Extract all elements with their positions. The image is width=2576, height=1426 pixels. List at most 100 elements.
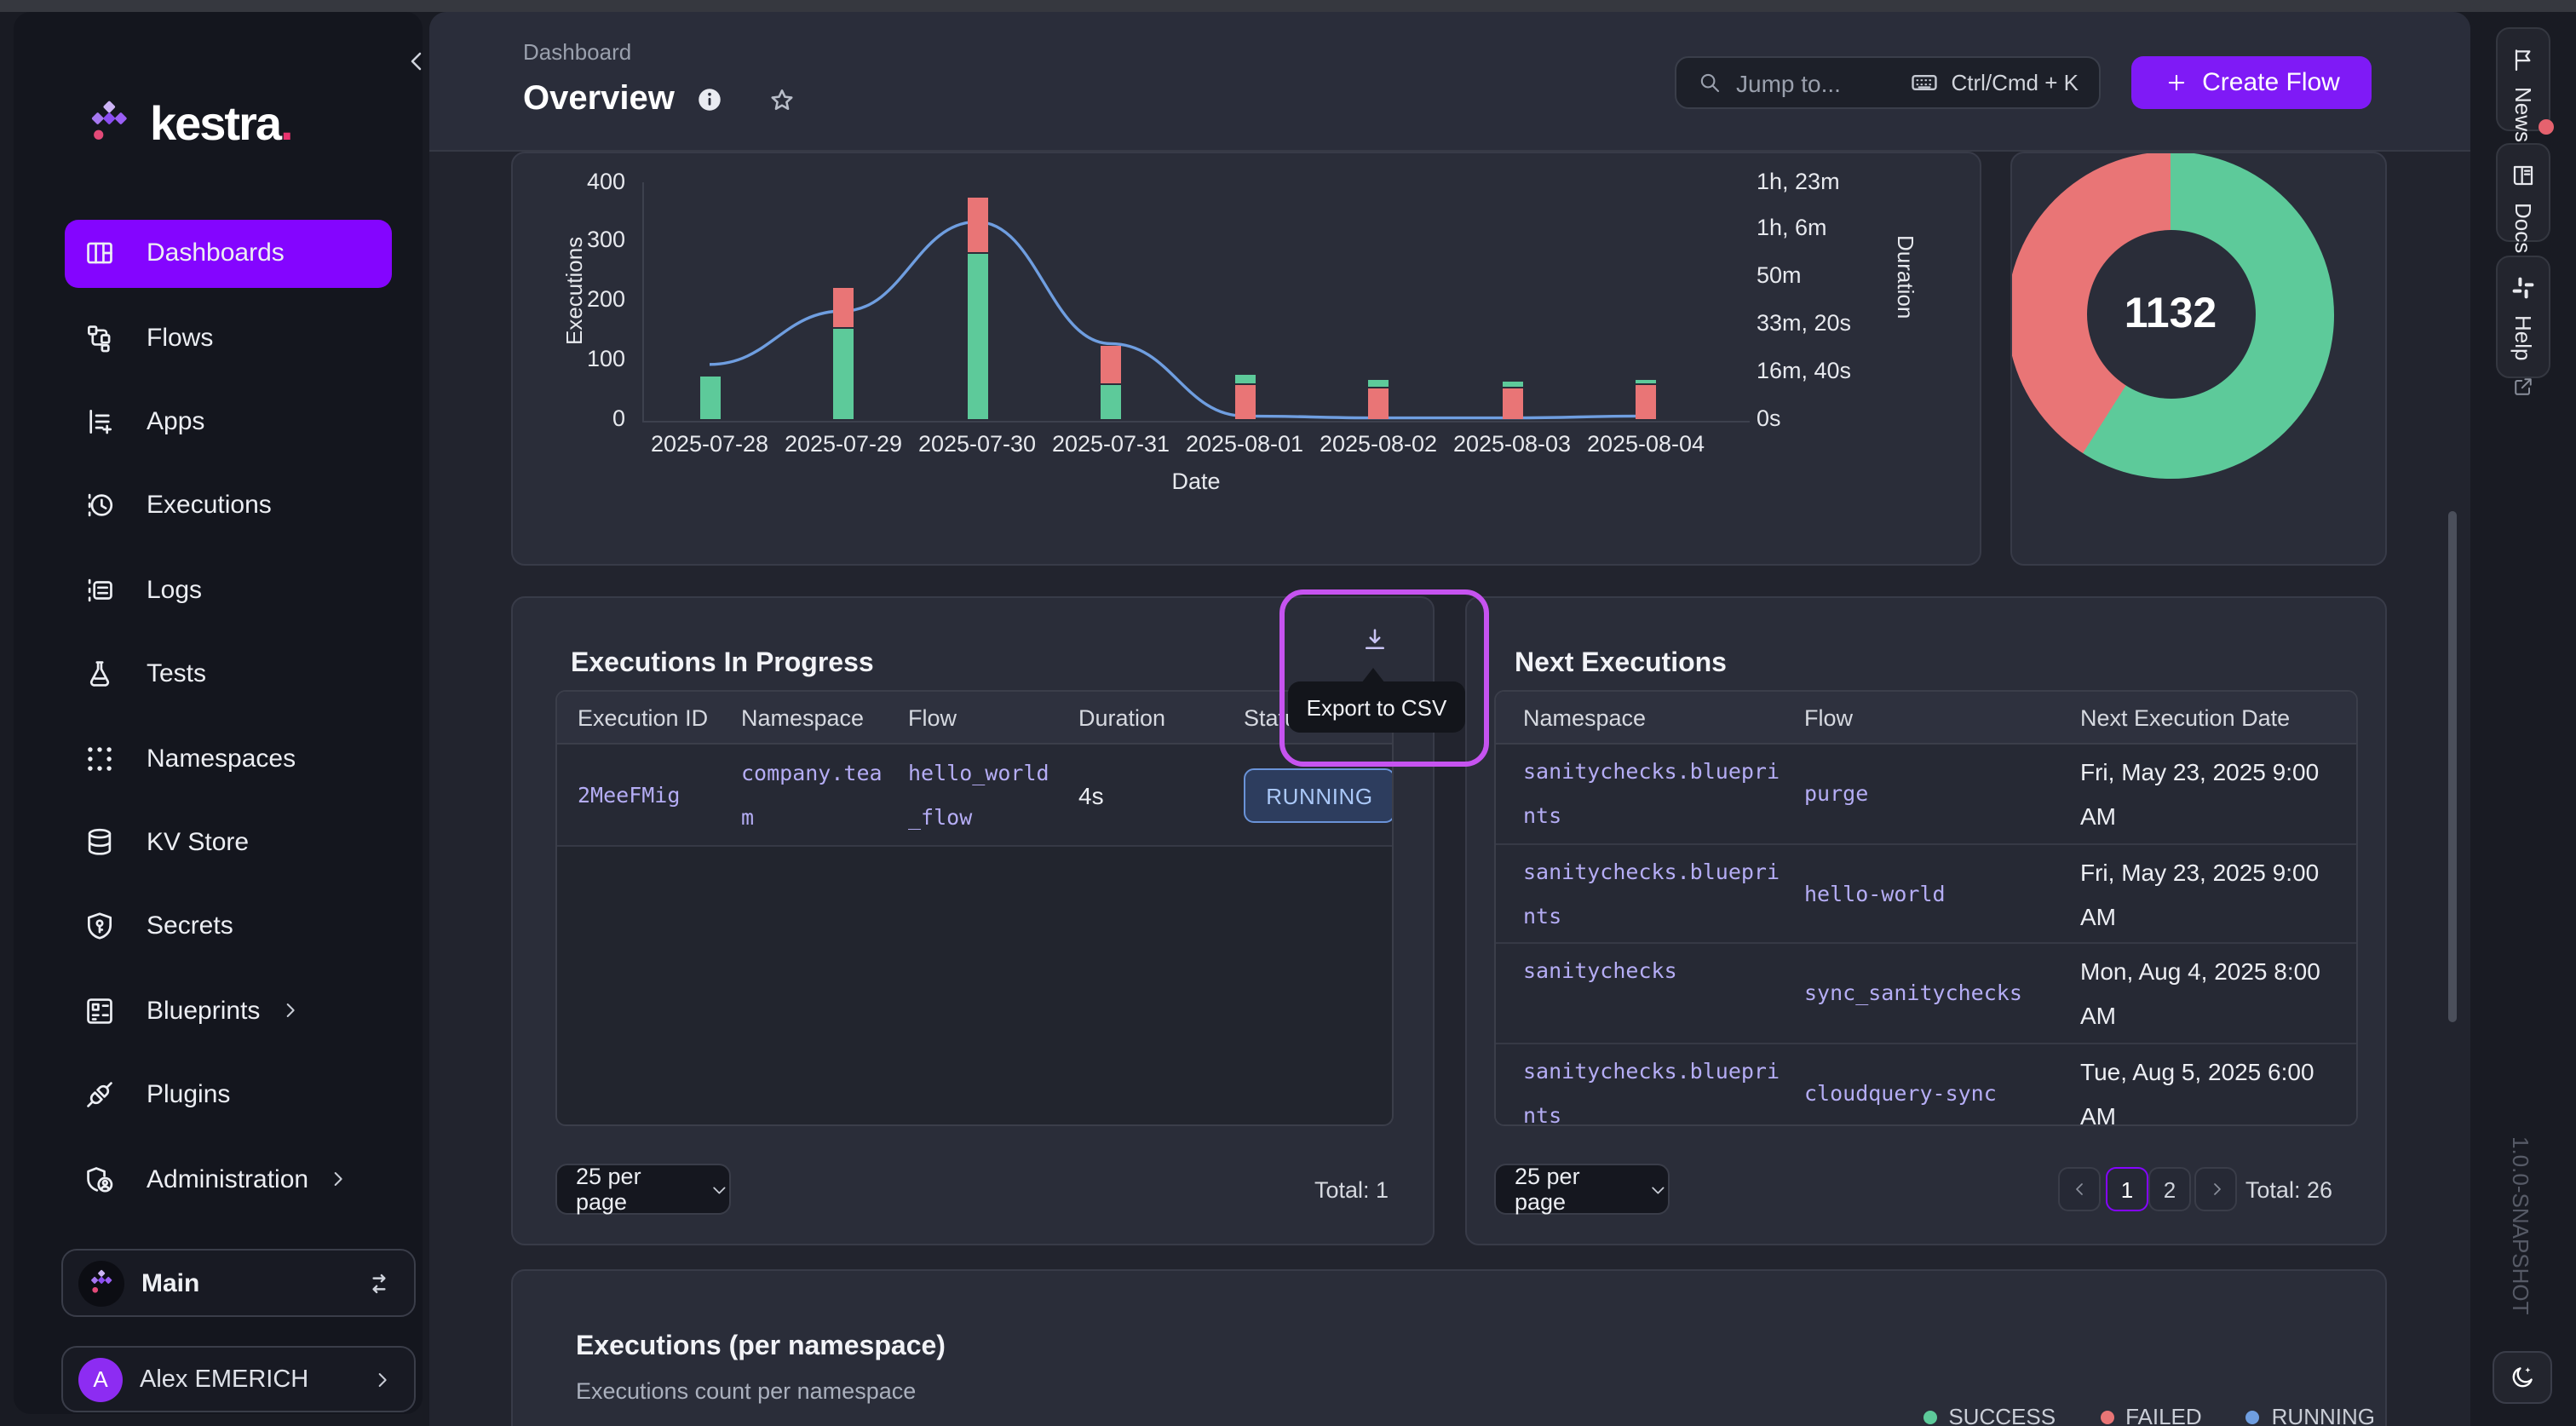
bar-segment-success[interactable] [1368,381,1389,387]
chevron-right-icon [2205,1179,2226,1199]
eip-table-header: Execution IDNamespaceFlowDurationStatus [557,692,1392,745]
eip-table: Execution IDNamespaceFlowDurationStatus … [555,690,1394,1126]
bar-segment-success[interactable] [699,377,720,419]
rail-button-help[interactable]: Help [2496,256,2550,378]
column-header-namespace: Namespace [1523,692,1646,745]
legend-item-success[interactable]: SUCCESS [1923,1404,2056,1426]
bar-segment-success[interactable] [833,329,854,419]
bar-segment-failed[interactable] [967,198,987,252]
execution-id-link[interactable]: 2MeeFMig [578,773,731,818]
namespace-link[interactable]: sanitychecks.blueprints [1523,750,1782,838]
sidebar-collapse-icon[interactable] [402,46,433,77]
bar-segment-success[interactable] [967,255,987,419]
namespace-link[interactable]: sanitychecks.blueprints [1523,1049,1782,1126]
table-row[interactable]: sanitychecks.blueprintshello-worldFri, M… [1496,844,2356,944]
info-icon[interactable] [695,85,724,114]
sidebar-item-label: Flows [147,323,213,352]
bar-segment-failed[interactable] [1502,388,1522,419]
bar-segment-failed[interactable] [1234,385,1255,418]
table-row[interactable]: 2MeeFMigcompany.teamhello_world_flow4sRU… [557,745,1392,847]
bar-segment-success[interactable] [1636,379,1656,383]
search-input[interactable]: Jump to... Ctrl/Cmd + K [1675,56,2101,109]
sidebar-item-kv-store[interactable]: KV Store [65,808,392,877]
chevron-down-icon [708,1178,729,1200]
bar-segment-failed[interactable] [1636,385,1656,418]
table-row[interactable]: sanitychecks.blueprintspurgeFri, May 23,… [1496,745,2356,844]
sidebar-item-apps[interactable]: Apps [65,388,392,456]
pagination-prev-button[interactable] [2058,1167,2101,1211]
create-flow-label: Create Flow [2202,68,2340,97]
flow-link[interactable]: hello-world [1804,871,2060,916]
plus-icon [2163,70,2188,95]
sidebar-item-blueprints[interactable]: Blueprints [65,977,392,1045]
duration-tick: 0s [1757,405,1781,431]
flow-link[interactable]: hello_world_flow [908,751,1058,840]
scrollbar-thumb[interactable] [2448,511,2457,1022]
create-flow-button[interactable]: Create Flow [2131,56,2372,109]
search-placeholder: Jump to... [1736,69,1841,96]
chart-legend: SUCCESS FAILED RUNNING [1923,1404,2375,1426]
pagination-page-2[interactable]: 2 [2148,1167,2191,1211]
flow-link[interactable]: sync_sanitychecks [1804,971,2060,1015]
flow-link[interactable]: purge [1804,772,2060,816]
bar-segment-success[interactable] [1234,375,1255,383]
sidebar-item-flows[interactable]: Flows [65,303,392,371]
sidebar-item-executions[interactable]: Executions [65,472,392,540]
column-header-next-execution-date: Next Execution Date [2080,692,2290,745]
sidebar-item-tests[interactable]: Tests [65,640,392,708]
x-tick: 2025-07-30 [900,431,1054,457]
user-menu[interactable]: A Alex EMERICH [61,1346,416,1412]
sidebar-item-logs[interactable]: Logs [65,556,392,624]
y-tick: 0 [543,405,625,431]
bar-segment-success[interactable] [1101,385,1121,418]
star-icon[interactable] [767,84,797,115]
next-table: NamespaceFlowNext Execution Date sanityc… [1494,690,2358,1126]
namespace-link[interactable]: sanitychecks [1523,949,1782,993]
sidebar-item-plugins[interactable]: Plugins [65,1061,392,1129]
next-per-page-select[interactable]: 25 per page [1494,1164,1670,1215]
rail-button-label: News [2510,87,2536,142]
legend-dot [2100,1410,2113,1423]
pagination-next-button[interactable] [2194,1167,2237,1211]
namespace-link[interactable]: company.team [741,751,888,840]
rail-button-docs[interactable]: Docs [2496,143,2550,242]
sidebar-item-dashboards[interactable]: Dashboards [65,219,392,287]
user-avatar: A [78,1357,123,1401]
chevron-left-icon [2069,1179,2090,1199]
export-csv-button[interactable] [1360,624,1390,656]
table-row[interactable]: sanitychecks.blueprintscloudquery-syncTu… [1496,1044,2356,1126]
slack-icon [2510,274,2537,302]
y-tick: 400 [543,168,625,193]
bar-segment-failed[interactable] [1368,388,1389,419]
status-badge[interactable]: RUNNING [1244,768,1394,823]
apps-icon [83,405,116,438]
bar-segment-failed[interactable] [1101,347,1121,383]
x-tick: 2025-07-31 [1034,431,1187,457]
legend-item-failed[interactable]: FAILED [2100,1404,2202,1426]
bar-segment-success[interactable] [1502,382,1522,387]
blueprint-icon [83,995,116,1027]
swap-icon [365,1268,394,1297]
donut-chart[interactable]: 1132 [2010,152,2334,479]
sidebar-item-administration[interactable]: Administration [65,1145,392,1213]
flow-link[interactable]: cloudquery-sync [1804,1071,2060,1115]
x-tick: 2025-07-28 [633,431,786,457]
rail-button-news[interactable]: News [2496,27,2550,131]
eip-per-page-select[interactable]: 25 per page [555,1164,731,1215]
sidebar-item-secrets[interactable]: Secrets [65,893,392,961]
legend-item-running[interactable]: RUNNING [2246,1404,2375,1426]
bar-segment-failed[interactable] [833,287,854,326]
tenant-switcher[interactable]: Main [61,1249,416,1317]
flag-icon [2510,46,2537,73]
eip-total: Total: 1 [1314,1177,1389,1203]
pagination-page-1[interactable]: 1 [2106,1167,2148,1211]
breadcrumb: Dashboard [523,39,631,65]
namespace-link[interactable]: sanitychecks.blueprints [1523,849,1782,938]
donut-hole: 1132 [2086,229,2255,398]
table-row[interactable]: sanitycheckssync_sanitychecksMon, Aug 4,… [1496,944,2356,1044]
logo-text: kestra [150,97,280,152]
logo-dot: . [280,97,294,152]
theme-toggle-button[interactable] [2493,1351,2552,1404]
version-label: 1.0.0-SNAPSHOT [2508,1136,2533,1315]
sidebar-item-namespaces[interactable]: Namespaces [65,724,392,792]
